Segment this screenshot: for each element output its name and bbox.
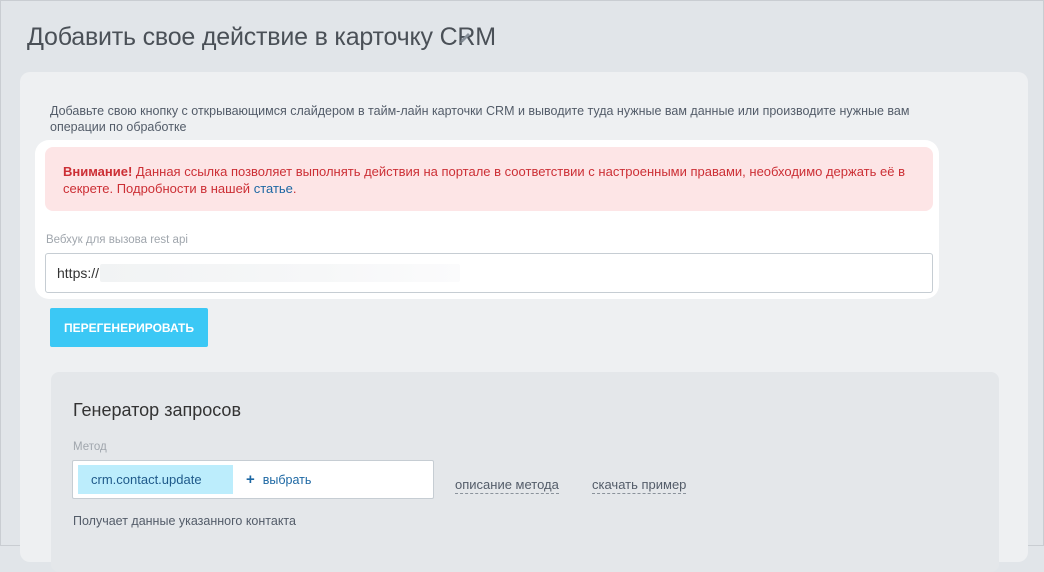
redacted-mask [100, 264, 461, 282]
method-description: Получает данные указанного контакта [73, 514, 296, 528]
pencil-icon[interactable] [458, 31, 472, 45]
webhook-url-field[interactable]: https:// [45, 253, 933, 293]
page-title: Добавить свое действие в карточку CRM [27, 23, 496, 51]
method-label: Метод [73, 441, 107, 453]
alert-title: Внимание! [63, 164, 133, 179]
alert-text: Данная ссылка позволяет выполнять действ… [63, 164, 905, 196]
method-description-link[interactable]: описание метода [455, 477, 559, 494]
generator-title: Генератор запросов [73, 400, 242, 420]
method-tag[interactable]: crm.contact.update [78, 465, 233, 494]
webhook-url-value: https:// [57, 265, 100, 281]
regenerate-button[interactable]: ПЕРЕГЕНЕРИРОВАТЬ [50, 308, 208, 347]
webhook-label: Вебхук для вызова rest api [46, 234, 188, 246]
select-method-label: выбрать [262, 473, 312, 487]
warning-alert: Внимание! Данная ссылка позволяет выполн… [45, 147, 933, 211]
article-link[interactable]: статье [254, 181, 293, 196]
select-method-link[interactable]: + выбрать [246, 471, 312, 488]
download-example-link[interactable]: скачать пример [592, 477, 687, 494]
plus-icon: + [246, 471, 255, 488]
alert-tail: . [292, 181, 297, 196]
intro-description: Добавьте свою кнопку с открывающимся сла… [50, 104, 910, 134]
